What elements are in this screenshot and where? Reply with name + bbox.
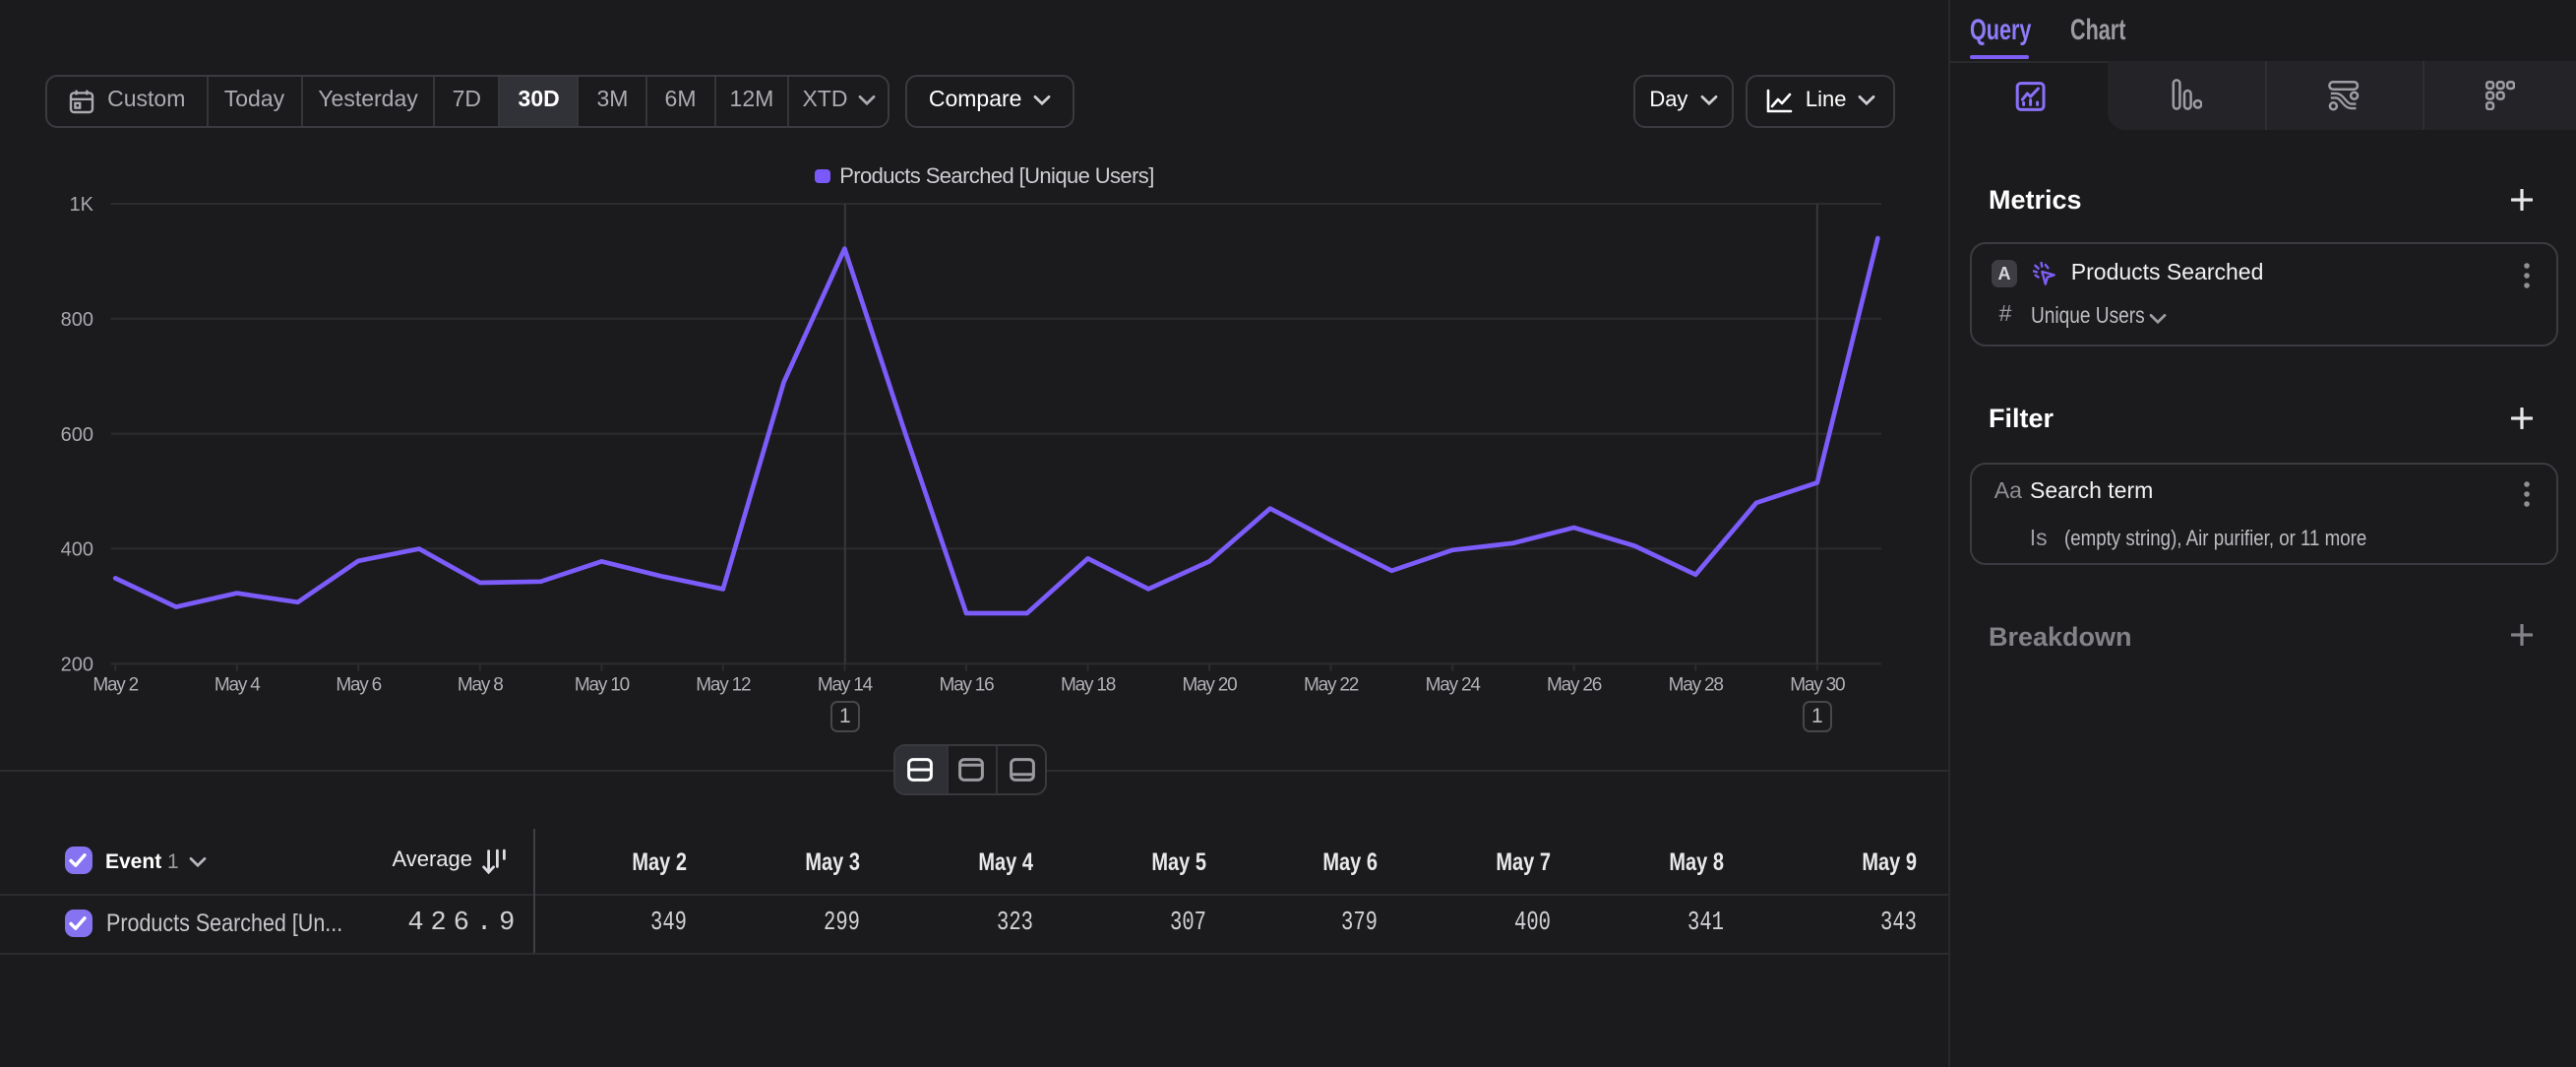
svg-text:May 16: May 16	[939, 675, 994, 696]
svg-text:May 28: May 28	[1669, 675, 1724, 696]
svg-text:200: 200	[61, 655, 93, 676]
svg-text:May 4: May 4	[215, 675, 261, 696]
svg-text:May 10: May 10	[575, 675, 630, 696]
svg-text:May 24: May 24	[1426, 675, 1482, 696]
svg-text:May 6: May 6	[336, 675, 381, 696]
svg-text:May 2: May 2	[92, 675, 138, 696]
svg-text:1K: 1K	[70, 194, 94, 216]
svg-text:May 20: May 20	[1182, 675, 1237, 696]
svg-text:May 26: May 26	[1547, 675, 1602, 696]
svg-text:May 30: May 30	[1790, 675, 1845, 696]
svg-text:400: 400	[61, 539, 93, 561]
svg-text:May 18: May 18	[1061, 675, 1116, 696]
svg-text:May 12: May 12	[696, 675, 751, 696]
svg-text:600: 600	[61, 424, 93, 446]
svg-text:May 14: May 14	[818, 675, 874, 696]
svg-text:800: 800	[61, 309, 93, 331]
svg-text:May 8: May 8	[458, 675, 503, 696]
svg-text:May 22: May 22	[1304, 675, 1359, 696]
